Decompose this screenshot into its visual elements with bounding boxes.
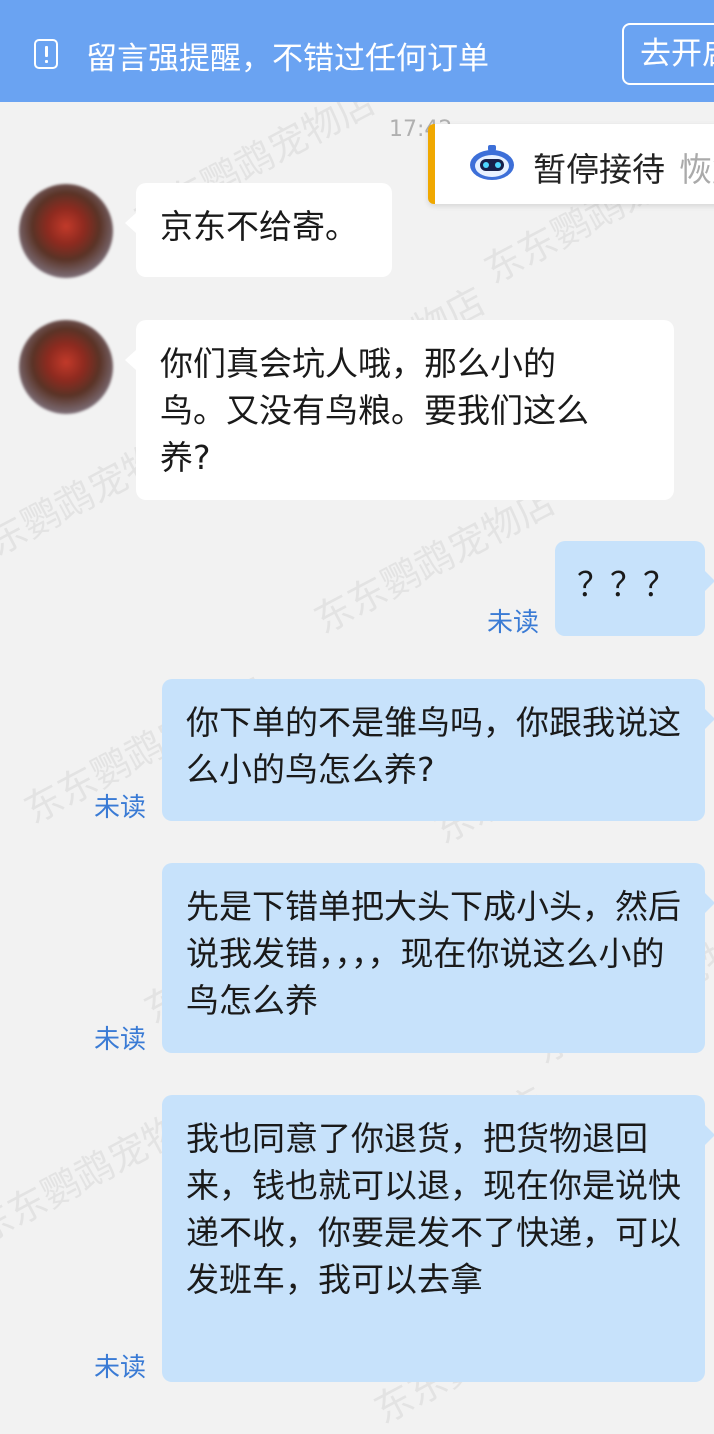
enable-button[interactable]: 去开启: [622, 23, 714, 85]
seller-message[interactable]: 我也同意了你退货，把货物退回来，钱也就可以退，现在你是说快递不收，你要是发不了快…: [162, 1095, 714, 1382]
alert-icon: [34, 39, 58, 69]
customer-avatar[interactable]: [19, 320, 113, 414]
unread-status: 未读: [487, 608, 540, 638]
unread-status: 未读: [94, 1353, 147, 1383]
robot-icon: [470, 145, 514, 180]
resume-label[interactable]: 恢复: [679, 150, 714, 189]
unread-status: 未读: [94, 793, 147, 823]
unread-status: 未读: [94, 1025, 147, 1055]
banner-text: 留言强提醒，不错过任何订单: [86, 41, 489, 77]
pause-reception-card[interactable]: 暂停接待恢复: [428, 124, 714, 204]
seller-message[interactable]: 先是下错单把大头下成小头，然后说我发错，，，，现在你说这么小的鸟怎么养: [162, 863, 714, 1053]
seller-message[interactable]: 你下单的不是雏鸟吗，你跟我说这么小的鸟怎么养?: [162, 679, 714, 821]
pause-label: 暂停接待: [533, 150, 665, 189]
customer-message[interactable]: 你们真会坑人哦，那么小的鸟。又没有鸟粮。要我们这么养?: [125, 320, 674, 500]
customer-message[interactable]: 京东不给寄。: [125, 183, 392, 277]
seller-message[interactable]: ？？？: [555, 541, 714, 636]
notification-banner[interactable]: 留言强提醒，不错过任何订单 去开启: [0, 0, 714, 102]
customer-avatar[interactable]: [19, 184, 113, 278]
